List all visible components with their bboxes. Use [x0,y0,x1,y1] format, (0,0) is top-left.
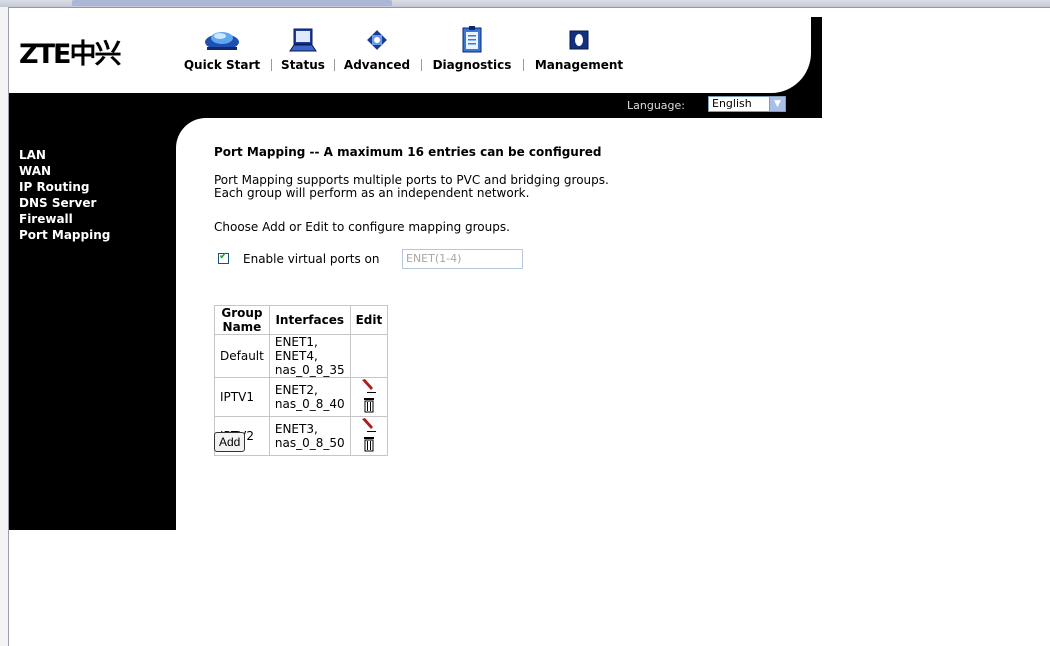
column-header-group-name: Group Name [214,305,270,335]
router-admin-frame: ZTE中兴 Quick Start Status Advanced Diagno… [9,17,822,530]
group-name-cell: IPTV1 [214,377,270,417]
header: ZTE中兴 Quick Start Status Advanced Diagno… [9,17,822,93]
checkmark-icon: ✔ [219,251,228,262]
sidebar-menu: LAN WAN IP Routing DNS Server Firewall P… [19,147,110,243]
column-header-edit: Edit [349,305,389,335]
sidebar-item-firewall[interactable]: Firewall [19,211,110,227]
description-line-2: Each group will perform as an independen… [214,186,530,200]
table-row: Default ENET1, ENET4, nas_0_8_35 [214,334,389,378]
interfaces-cell: ENET3, nas_0_8_50 [268,416,351,456]
laptop-icon [288,25,318,58]
language-label: Language: [627,99,685,112]
chip-icon [362,25,392,58]
sidebar-item-port-mapping[interactable]: Port Mapping [19,227,110,243]
chevron-down-icon[interactable]: ▼ [769,97,785,111]
table-header-row: Group Name Interfaces Edit [214,305,389,335]
page-title: Port Mapping -- A maximum 16 entries can… [214,145,602,159]
description: Port Mapping supports multiple ports to … [214,174,609,200]
browser-tab[interactable] [72,0,392,6]
instruction-text: Choose Add or Edit to configure mapping … [214,220,510,234]
delete-trash-icon[interactable] [362,436,376,455]
nav-quick-start[interactable]: Quick Start [181,23,263,87]
nav-diagnostics[interactable]: Diagnostics [429,23,515,87]
edit-pencil-icon[interactable] [361,378,377,397]
language-selected-value: English [712,97,752,110]
virtual-ports-field[interactable]: ENET(1-4) [402,249,523,269]
nav-status[interactable]: Status [279,23,327,87]
virtual-ports-label: Enable virtual ports on [243,252,380,266]
nav-management[interactable]: Management [531,23,627,87]
nav-separator [271,59,272,71]
browser-chrome-strip [0,0,1050,8]
car-icon [203,25,241,58]
nav-separator [334,59,335,71]
interfaces-cell: ENET2, nas_0_8_40 [268,377,351,417]
sidebar-item-wan[interactable]: WAN [19,163,110,179]
window-left-border [0,7,9,646]
language-bar: Language: English ▼ [9,93,822,118]
language-select[interactable]: English ▼ [708,96,786,112]
edit-cell [349,334,389,378]
sidebar-item-lan[interactable]: LAN [19,147,110,163]
table-row: IPTV1 ENET2, nas_0_8_40 [214,377,389,417]
edit-pencil-icon[interactable] [361,417,377,436]
group-name-cell: Default [214,334,270,378]
edit-cell [349,416,389,456]
sidebar-item-ip-routing[interactable]: IP Routing [19,179,110,195]
edit-cell [349,377,389,417]
management-icon [566,25,592,58]
enable-virtual-ports-checkbox[interactable]: ✔ [218,251,229,264]
add-button[interactable]: Add [214,432,246,452]
delete-trash-icon[interactable] [362,397,376,416]
nav-advanced[interactable]: Advanced [341,23,413,87]
clipboard-icon [459,25,485,58]
column-header-interfaces: Interfaces [268,305,351,335]
nav-separator [421,59,422,71]
zte-logo: ZTE中兴 [19,39,121,70]
interfaces-cell: ENET1, ENET4, nas_0_8_35 [268,334,351,378]
nav-separator [523,59,524,71]
sidebar-item-dns-server[interactable]: DNS Server [19,195,110,211]
